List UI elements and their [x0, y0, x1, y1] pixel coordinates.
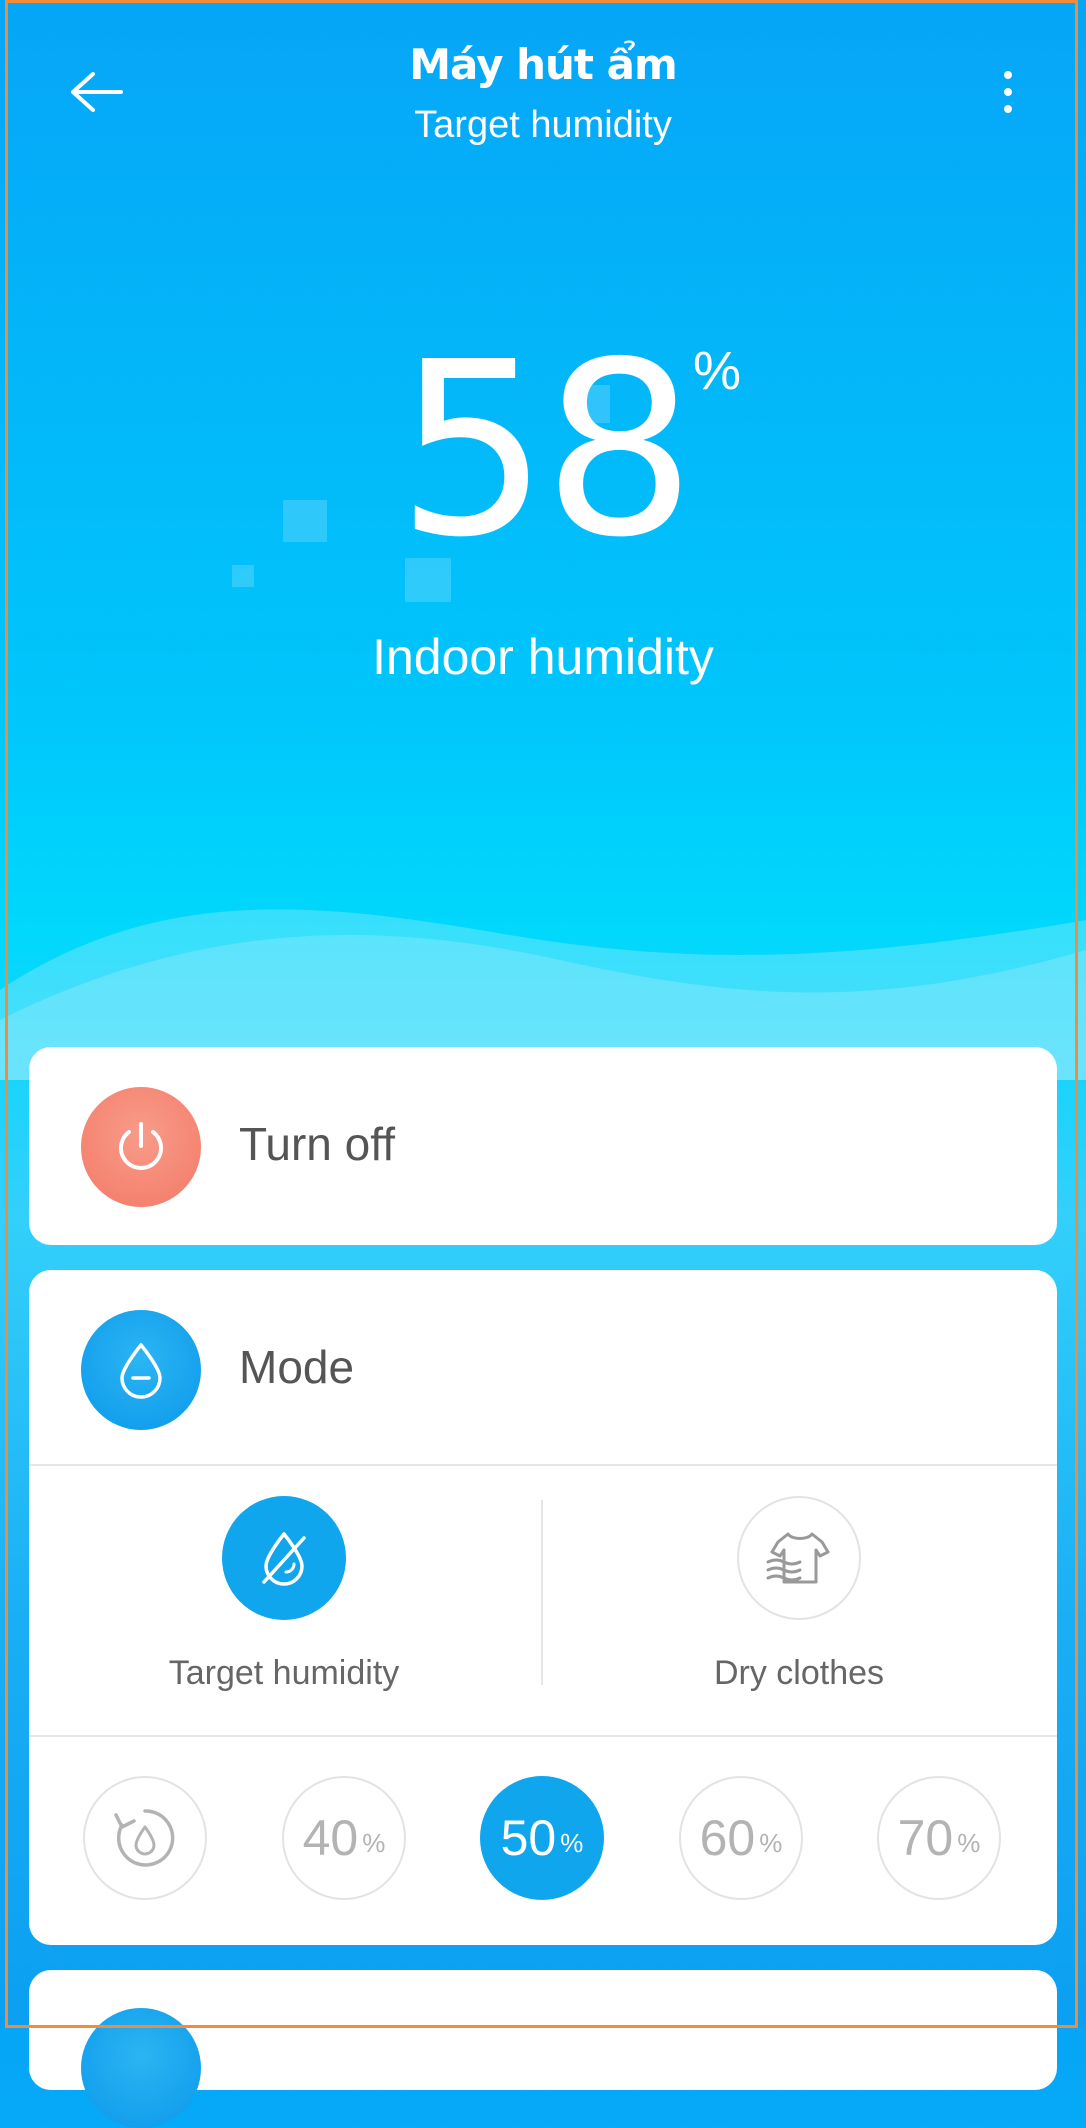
divider — [29, 1735, 1057, 1737]
app-header: Máy hút ẩm Target humidity — [0, 0, 1086, 170]
target-60-button[interactable]: 60% — [679, 1776, 803, 1900]
auto-cycle-icon — [114, 1809, 175, 1867]
mode-option-target-humidity[interactable] — [222, 1496, 346, 1620]
droplet-icon — [120, 1343, 162, 1399]
indoor-humidity-value: 58 — [396, 310, 695, 590]
target-auto-button[interactable] — [83, 1776, 207, 1900]
mode-icon-circle — [81, 1310, 201, 1430]
divider — [541, 1500, 543, 1685]
page-title: Máy hút ẩm — [409, 40, 677, 89]
target-level-unit: % — [759, 1827, 783, 1858]
target-level-value: 50 — [500, 1810, 557, 1866]
power-label: Turn off — [239, 1118, 395, 1170]
power-card[interactable]: Turn off — [29, 1047, 1057, 1245]
next-card[interactable] — [29, 1970, 1057, 2128]
indoor-humidity-label: Indoor humidity — [372, 629, 714, 685]
power-icon — [119, 1122, 163, 1170]
more-vertical-icon — [1004, 71, 1012, 113]
divider — [29, 1464, 1057, 1466]
target-level-unit: % — [362, 1827, 386, 1858]
target-70-button[interactable]: 70% — [877, 1776, 1001, 1900]
target-50-button[interactable]: 50% — [480, 1776, 604, 1900]
target-level-unit: % — [560, 1827, 584, 1858]
target-level-value: 60 — [699, 1810, 756, 1866]
target-40-button[interactable]: 40% — [282, 1776, 406, 1900]
humidity-off-icon — [262, 1532, 306, 1586]
mode-option-dry-clothes[interactable] — [737, 1496, 861, 1620]
mode-option-label: Dry clothes — [713, 1654, 885, 1692]
page-subtitle: Target humidity — [414, 104, 672, 146]
mode-label: Mode — [239, 1341, 355, 1393]
target-level-value: 40 — [302, 1810, 359, 1866]
indoor-humidity-unit: % — [693, 341, 742, 401]
next-card-icon-circle — [81, 2008, 201, 2128]
power-button[interactable] — [81, 1087, 201, 1207]
target-level-unit: % — [957, 1827, 981, 1858]
more-options-button[interactable] — [980, 62, 1036, 122]
target-level-value: 70 — [897, 1810, 954, 1866]
mode-option-label: Target humidity — [168, 1654, 400, 1692]
shirt-dry-icon — [766, 1532, 830, 1584]
